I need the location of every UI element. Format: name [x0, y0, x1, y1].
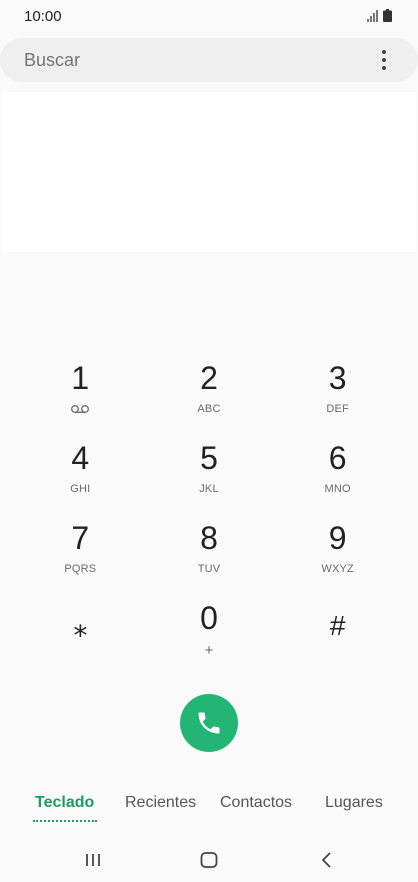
- key-5[interactable]: 5 JKL: [145, 432, 274, 512]
- tab-contacts[interactable]: Contactos: [220, 794, 292, 812]
- key-6[interactable]: 6 MNO: [273, 432, 402, 512]
- key-2[interactable]: 2 ABC: [145, 352, 274, 432]
- key-4[interactable]: 4 GHI: [16, 432, 145, 512]
- key-hash[interactable]: #: [273, 592, 402, 672]
- key-digit: 8: [200, 520, 218, 556]
- back-icon[interactable]: [315, 848, 339, 872]
- key-letters: JKL: [199, 483, 219, 495]
- key-digit: 7: [71, 520, 90, 556]
- active-tab-indicator: [33, 820, 97, 822]
- key-letters: WXYZ: [321, 563, 354, 575]
- key-9[interactable]: 9 WXYZ: [273, 512, 402, 592]
- key-letters: TUV: [197, 563, 221, 575]
- voicemail-icon: [71, 405, 90, 413]
- tab-keypad[interactable]: Teclado: [35, 794, 94, 812]
- search-input[interactable]: [24, 50, 324, 71]
- status-bar: 10:00: [0, 0, 418, 34]
- key-7[interactable]: 7 PQRS: [16, 512, 145, 592]
- key-letters: MNO: [324, 483, 351, 495]
- key-letters: ABC: [197, 403, 221, 415]
- more-options-icon[interactable]: [374, 50, 394, 70]
- bottom-tabs: Teclado Recientes Contactos Lugares: [0, 790, 418, 824]
- key-8[interactable]: 8 TUV: [145, 512, 274, 592]
- key-digit: 3: [328, 360, 347, 396]
- key-star[interactable]: ⁎: [16, 592, 145, 672]
- key-digit: 5: [200, 440, 218, 476]
- key-symbol: #: [329, 610, 346, 641]
- phone-icon: [198, 712, 220, 734]
- navigation-bar: [0, 838, 418, 882]
- key-digit: 0: [200, 600, 218, 636]
- key-1[interactable]: 1: [16, 352, 145, 432]
- recent-apps-icon[interactable]: [81, 848, 105, 872]
- dial-keypad: 1 2 ABC 3 DEF 4 GHI 5 JKL 6 MNO 7 PQRS 8…: [16, 352, 402, 672]
- call-button[interactable]: [180, 694, 238, 752]
- search-bar[interactable]: [0, 38, 418, 82]
- tab-places[interactable]: Lugares: [325, 794, 383, 812]
- key-letters: +: [204, 642, 214, 659]
- key-0[interactable]: 0 +: [145, 592, 274, 672]
- number-display-area: [2, 92, 416, 252]
- signal-icon: [367, 10, 378, 22]
- key-symbol: ⁎: [73, 611, 88, 642]
- battery-icon: [383, 9, 392, 22]
- key-digit: 1: [71, 360, 90, 396]
- key-letters: DEF: [326, 403, 349, 415]
- status-time: 10:00: [24, 8, 62, 25]
- key-letters: PQRS: [64, 563, 97, 575]
- status-icons: [367, 9, 392, 22]
- tab-recents[interactable]: Recientes: [125, 794, 196, 812]
- key-3[interactable]: 3 DEF: [273, 352, 402, 432]
- key-digit: 2: [200, 360, 218, 396]
- home-icon[interactable]: [197, 848, 221, 872]
- key-digit: 4: [71, 440, 90, 476]
- key-digit: 6: [328, 440, 347, 476]
- key-letters: GHI: [70, 483, 91, 495]
- key-digit: 9: [328, 520, 347, 556]
